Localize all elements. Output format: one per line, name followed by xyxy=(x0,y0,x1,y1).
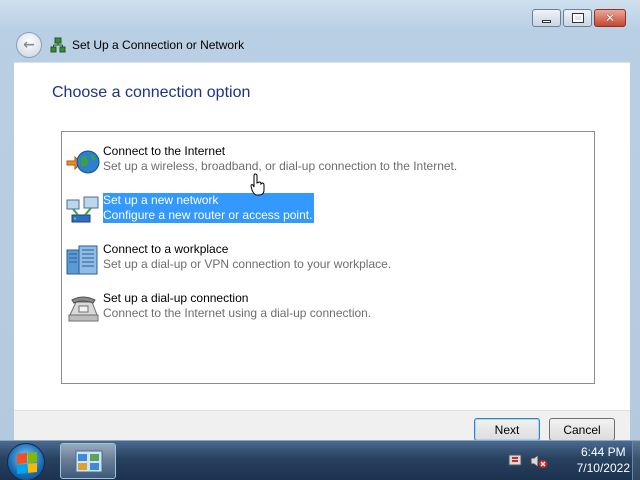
cancel-button[interactable]: Cancel xyxy=(549,418,615,441)
window-frame: ✕ ← Set Up a Connection or Network Choos… xyxy=(0,0,640,441)
workplace-icon xyxy=(66,245,98,275)
connection-options-list: Connect to the Internet Set up a wireles… xyxy=(61,131,595,384)
page-heading: Choose a connection option xyxy=(52,84,251,101)
option-description: Set up a dial-up or VPN connection to yo… xyxy=(103,257,392,271)
mouse-cursor-icon xyxy=(250,173,265,196)
option-title: Connect to the Internet xyxy=(103,144,226,158)
option-connect-internet[interactable]: Connect to the Internet Set up a wireles… xyxy=(66,140,586,184)
close-button[interactable]: ✕ xyxy=(594,9,626,27)
control-panel-icon xyxy=(75,450,103,473)
option-description: Connect to the Internet using a dial-up … xyxy=(103,306,372,320)
option-title: Set up a new network xyxy=(103,193,219,207)
action-center-icon[interactable] xyxy=(506,453,524,469)
maximize-button[interactable] xyxy=(563,9,592,27)
wizard-footer: Next Cancel xyxy=(14,410,630,441)
minimize-button[interactable] xyxy=(532,9,561,27)
clock-time: 6:44 PM xyxy=(580,445,626,459)
option-dialup-connection[interactable]: Set up a dial-up connection Connect to t… xyxy=(66,287,586,331)
new-network-icon xyxy=(66,196,99,223)
back-button[interactable]: ← xyxy=(16,32,42,58)
globe-connection-icon xyxy=(66,150,100,174)
option-description: Configure a new router or access point. xyxy=(103,208,313,222)
start-button[interactable] xyxy=(7,443,45,480)
wizard-content: Choose a connection option Connect to th… xyxy=(14,62,630,410)
wizard-titlebar: ← Set Up a Connection or Network xyxy=(14,28,630,62)
windows-logo-icon xyxy=(17,451,37,475)
option-title: Set up a dial-up connection xyxy=(103,291,249,305)
option-new-network[interactable]: Set up a new network Configure a new rou… xyxy=(66,189,586,233)
show-desktop-button[interactable] xyxy=(632,441,640,480)
maximize-icon xyxy=(571,13,584,23)
next-button[interactable]: Next xyxy=(474,418,540,441)
volume-muted-icon[interactable] xyxy=(530,453,548,469)
clock-date: 7/10/2022 xyxy=(576,461,630,475)
option-title: Connect to a workplace xyxy=(103,242,229,256)
option-text: Connect to the Internet Set up a wireles… xyxy=(103,144,457,174)
network-icon xyxy=(50,37,66,53)
taskbar: 6:44 PM 7/10/2022 xyxy=(0,440,640,480)
option-description: Set up a wireless, broadband, or dial-up… xyxy=(103,159,458,173)
window-title: Set Up a Connection or Network xyxy=(72,38,245,52)
option-connect-workplace[interactable]: Connect to a workplace Set up a dial-up … xyxy=(66,238,586,282)
option-text: Set up a dial-up connection Connect to t… xyxy=(103,291,371,321)
option-text: Set up a new network Configure a new rou… xyxy=(103,193,315,223)
window-controls: ✕ xyxy=(532,9,626,27)
back-arrow-icon: ← xyxy=(23,37,35,53)
minimize-icon xyxy=(542,19,551,23)
close-icon: ✕ xyxy=(604,11,616,25)
taskbar-control-panel-button[interactable] xyxy=(60,443,116,479)
option-text: Connect to a workplace Set up a dial-up … xyxy=(103,242,391,272)
taskbar-clock[interactable]: 6:44 PM 7/10/2022 xyxy=(577,444,630,476)
dialup-phone-icon xyxy=(68,296,99,322)
